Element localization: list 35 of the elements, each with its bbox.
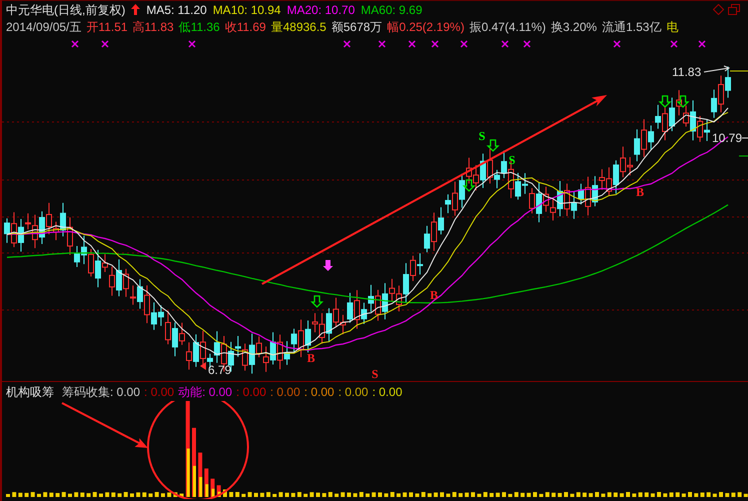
quote-value: 幅0.25(2.19%): [387, 19, 464, 35]
ma-value: MA60: 9.69: [360, 2, 422, 18]
low-price-callout: 6.79: [200, 362, 232, 377]
quote-value: 流通1.53亿: [602, 19, 662, 35]
signal-letter: S: [478, 129, 486, 143]
signal-letter: B: [636, 185, 644, 199]
indicator-value: 筹码收集: 0.00: [62, 384, 140, 400]
quote-value: 电: [666, 19, 678, 35]
signal-letter: B: [307, 351, 315, 365]
price-label-callout: 10.79: [712, 131, 748, 145]
quote-value: 高11.83: [132, 19, 174, 35]
signal-letter: S: [372, 367, 378, 381]
indicator-value: 动能: 0.00: [178, 384, 232, 400]
indicator-title: 机构吸筹: [6, 384, 54, 400]
indicator-value: : 0.00: [372, 384, 402, 400]
high-price-callout: 11.83: [672, 65, 730, 79]
quote-value: 收11.69: [224, 19, 266, 35]
quote-value: 换3.20%: [550, 19, 597, 35]
signal-letter: B: [430, 288, 438, 302]
quote-value: 2014/09/05/五: [6, 19, 82, 35]
indicator-value: : 0.00: [236, 384, 266, 400]
indicator-value: : 0.00: [304, 384, 334, 400]
signal-letter: S: [508, 153, 516, 167]
indicator-value: : 0.00: [338, 384, 368, 400]
quote-value: 振0.47(4.11%): [469, 19, 546, 35]
indicator-value: : 0.00: [270, 384, 300, 400]
indicator-value: : 0.00: [144, 384, 174, 400]
ma-value: MA20: 10.70: [286, 2, 355, 18]
ma-value: MA10: 10.94: [212, 2, 281, 18]
quote-value: 开11.51: [86, 19, 128, 35]
quote-value: 量48936.5: [270, 19, 326, 35]
stock-title: 中元华电(日线,前复权): [6, 2, 126, 18]
ma-value: MA5: 11.20: [146, 2, 207, 18]
quote-value: 低11.36: [178, 19, 220, 35]
quote-value: 额5678万: [331, 19, 382, 35]
